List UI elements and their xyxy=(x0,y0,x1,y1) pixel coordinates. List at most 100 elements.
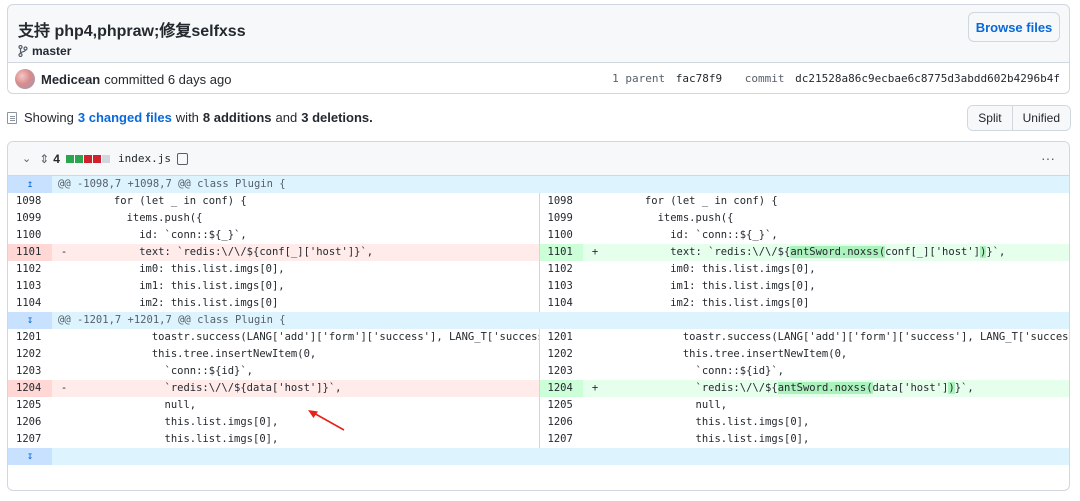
diff-row: 1201 toastr.success(LANG['add']['form'][… xyxy=(8,329,1069,346)
summary-with: with xyxy=(175,110,199,125)
hunk-header: ↥ @@ -1098,7 +1098,7 @@ class Plugin { xyxy=(8,176,1069,193)
expand-all-icon[interactable]: ⇕ xyxy=(39,152,49,166)
diff-row: 1207 this.list.imgs[0], 1207 this.list.i… xyxy=(8,431,1069,448)
left-line-number[interactable]: 1206 xyxy=(8,414,52,431)
right-code-line: id: `conn::${_}`, xyxy=(607,229,778,241)
split-view-button[interactable]: Split xyxy=(968,106,1012,130)
left-line-number[interactable]: 1098 xyxy=(8,193,52,210)
parent-label: 1 parent xyxy=(612,72,666,85)
diffstat-square xyxy=(74,154,83,163)
added-highlight: antSword.noxss( xyxy=(777,382,873,394)
code-segment: `redis:\/\/${ xyxy=(607,382,778,394)
author-row: Medicean committed 6 days ago 1 parent f… xyxy=(8,62,1069,93)
code-segment: data['host'] xyxy=(872,382,949,394)
right-line-number[interactable]: 1103 xyxy=(538,278,583,295)
hunk-footer: ↧ xyxy=(8,448,1069,465)
diff-table: ↥ @@ -1098,7 +1098,7 @@ class Plugin {10… xyxy=(8,176,1069,465)
diff-row: 1104 im2: this.list.imgs[0] 1104 im2: th… xyxy=(8,295,1069,312)
right-code-line: null, xyxy=(607,399,728,411)
commit-header: 支持 php4,phpraw;修复selfxss master Browse f… xyxy=(7,4,1070,94)
commit-title: 支持 php4,phpraw;修复selfxss xyxy=(18,23,246,40)
diff-row: 1102 im0: this.list.imgs[0], 1102 im0: t… xyxy=(8,261,1069,278)
diff-row: 1203 `conn::${id}`, 1203 `conn::${id}`, xyxy=(8,363,1069,380)
right-line-number[interactable]: 1205 xyxy=(538,397,583,414)
left-code-line: im1: this.list.imgs[0], xyxy=(76,280,285,292)
right-line-number[interactable]: 1104 xyxy=(538,295,583,312)
right-code-line: im2: this.list.imgs[0] xyxy=(607,297,810,309)
left-code-line: im2: this.list.imgs[0] xyxy=(76,297,279,309)
right-line-number[interactable]: 1099 xyxy=(538,210,583,227)
added-code-line: text: `redis:\/\/${antSword.noxss(conf[_… xyxy=(607,244,1069,261)
deletion-marker: - xyxy=(52,244,76,261)
diff-row: 1100 id: `conn::${_}`, 1100 id: `conn::$… xyxy=(8,227,1069,244)
changed-files-link[interactable]: 3 changed files xyxy=(78,110,172,125)
right-line-number[interactable]: 1202 xyxy=(538,346,583,363)
file-diff-icon xyxy=(7,111,17,124)
deleted-line-number[interactable]: 1204 xyxy=(8,380,52,397)
right-line-number[interactable]: 1201 xyxy=(538,329,583,346)
left-line-number[interactable]: 1100 xyxy=(8,227,52,244)
diffstat-square xyxy=(101,154,110,163)
right-code-line: items.push({ xyxy=(607,212,734,224)
right-code-line: for (let _ in conf) { xyxy=(607,195,778,207)
change-count: 4 xyxy=(53,151,60,166)
browse-files-button[interactable]: Browse files xyxy=(968,12,1060,42)
code-segment: conf[_]['host'] xyxy=(885,246,980,258)
left-code-line: this.list.imgs[0], xyxy=(76,433,279,445)
right-line-number[interactable]: 1102 xyxy=(538,261,583,278)
diff-row: 1099 items.push({ 1099 items.push({ xyxy=(8,210,1069,227)
diff-row: 1206 this.list.imgs[0], 1206 this.list.i… xyxy=(8,414,1069,431)
kebab-menu-icon[interactable]: ··· xyxy=(1041,150,1055,166)
deleted-code-line: text: `redis:\/\/${conf[_]['host']}`, xyxy=(76,244,539,261)
author-name[interactable]: Medicean xyxy=(41,72,100,87)
deletion-marker: - xyxy=(52,380,76,397)
left-line-number[interactable]: 1103 xyxy=(8,278,52,295)
hunk-header-text: @@ -1201,7 +1201,7 @@ class Plugin { xyxy=(52,312,1069,329)
diff-row: 1098 for (let _ in conf) { 1098 for (let… xyxy=(8,193,1069,210)
right-code-line: im1: this.list.imgs[0], xyxy=(607,280,816,292)
expand-down-icon[interactable]: ↧ xyxy=(8,448,52,465)
branch-name: master xyxy=(32,44,72,58)
diff-row: 1202 this.tree.insertNewItem(0, 1202 thi… xyxy=(8,346,1069,363)
hunk-header-text: @@ -1098,7 +1098,7 @@ class Plugin { xyxy=(52,176,1069,193)
right-code-line: this.tree.insertNewItem(0, xyxy=(607,348,848,360)
chevron-down-icon[interactable]: ⌄ xyxy=(22,152,31,165)
summary-and: and xyxy=(275,110,298,125)
file-header: ⌄ ⇕ 4 index.js ··· xyxy=(8,142,1069,176)
left-line-number[interactable]: 1104 xyxy=(8,295,52,312)
additions-count: 8 additions xyxy=(202,110,272,125)
left-line-number[interactable]: 1205 xyxy=(8,397,52,414)
right-line-number[interactable]: 1100 xyxy=(538,227,583,244)
left-line-number[interactable]: 1099 xyxy=(8,210,52,227)
added-line-number[interactable]: 1101 xyxy=(538,244,583,261)
file-name[interactable]: index.js xyxy=(118,152,171,165)
added-line-number[interactable]: 1204 xyxy=(538,380,583,397)
annotation-arrow-icon xyxy=(308,410,345,431)
expand-both-icon[interactable]: ↧ xyxy=(8,312,52,329)
left-line-number[interactable]: 1202 xyxy=(8,346,52,363)
right-line-number[interactable]: 1206 xyxy=(538,414,583,431)
right-line-number[interactable]: 1207 xyxy=(538,431,583,448)
left-code-line: `conn::${id}`, xyxy=(76,365,254,377)
summary-showing: Showing xyxy=(24,110,74,125)
addition-marker: + xyxy=(583,380,607,397)
deleted-line-number[interactable]: 1101 xyxy=(8,244,52,261)
commit-label: commit xyxy=(744,72,785,85)
right-line-number[interactable]: 1098 xyxy=(538,193,583,210)
left-line-number[interactable]: 1201 xyxy=(8,329,52,346)
avatar[interactable] xyxy=(15,69,35,89)
left-code-line: items.push({ xyxy=(76,212,203,224)
left-line-number[interactable]: 1102 xyxy=(8,261,52,278)
diffstat-square xyxy=(92,154,101,163)
left-line-number[interactable]: 1203 xyxy=(8,363,52,380)
expand-up-icon[interactable]: ↥ xyxy=(8,176,52,193)
unified-view-button[interactable]: Unified xyxy=(1011,106,1070,130)
right-code-line: this.list.imgs[0], xyxy=(607,433,810,445)
left-line-number[interactable]: 1207 xyxy=(8,431,52,448)
diff-row: 1101 - text: `redis:\/\/${conf[_]['host'… xyxy=(8,244,1069,261)
copy-icon[interactable] xyxy=(173,152,188,169)
parent-sha-link[interactable]: fac78f9 xyxy=(676,72,722,85)
hunk-header: ↧ @@ -1201,7 +1201,7 @@ class Plugin { xyxy=(8,312,1069,329)
branch-indicator[interactable]: master xyxy=(18,44,71,58)
right-line-number[interactable]: 1203 xyxy=(538,363,583,380)
